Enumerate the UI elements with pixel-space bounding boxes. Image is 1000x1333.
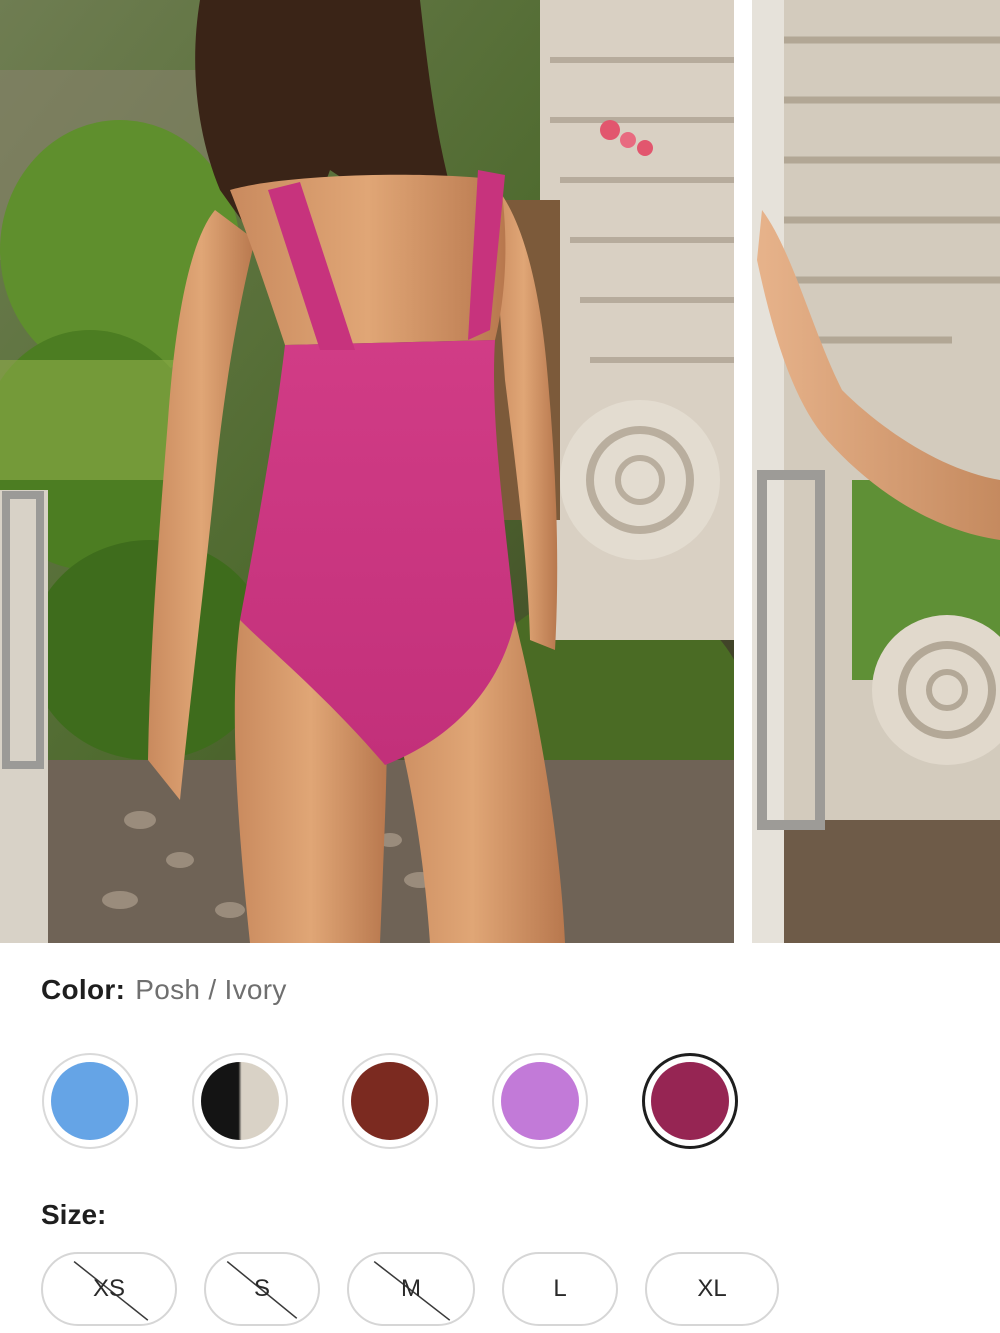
size-option-xs-unavailable[interactable]: XS [41, 1252, 177, 1326]
size-label-xl: XL [697, 1275, 727, 1302]
color-swatch-light-blue[interactable] [42, 1053, 138, 1149]
size-label: Size: [41, 1199, 107, 1230]
size-option-m-unavailable[interactable]: M [347, 1252, 475, 1326]
swatch-fill [501, 1062, 579, 1140]
color-swatch-brick-red[interactable] [342, 1053, 438, 1149]
color-swatch-orchid[interactable] [492, 1053, 588, 1149]
size-label-l: L [553, 1275, 567, 1302]
size-label-m: M [401, 1275, 421, 1302]
swatch-fill [351, 1062, 429, 1140]
color-swatch-black-ivory[interactable] [192, 1053, 288, 1149]
product-photo-back-view[interactable] [0, 0, 734, 943]
selected-color-name: Posh / Ivory [135, 974, 287, 1005]
size-option-xl[interactable]: XL [645, 1252, 779, 1326]
swatch-fill [651, 1062, 729, 1140]
color-selection-heading: Color: Posh / Ivory [41, 974, 287, 1006]
product-image-gallery [0, 0, 1000, 943]
swatch-fill [51, 1062, 129, 1140]
size-label-xs: XS [92, 1275, 125, 1302]
size-label-s: S [253, 1275, 270, 1302]
size-option-l[interactable]: L [502, 1252, 618, 1326]
size-option-s-unavailable[interactable]: S [204, 1252, 320, 1326]
color-swatch-posh-selected[interactable] [642, 1053, 738, 1149]
product-photo-detail-view[interactable] [752, 0, 1000, 943]
color-label: Color: [41, 974, 126, 1005]
swatch-fill [201, 1062, 279, 1140]
